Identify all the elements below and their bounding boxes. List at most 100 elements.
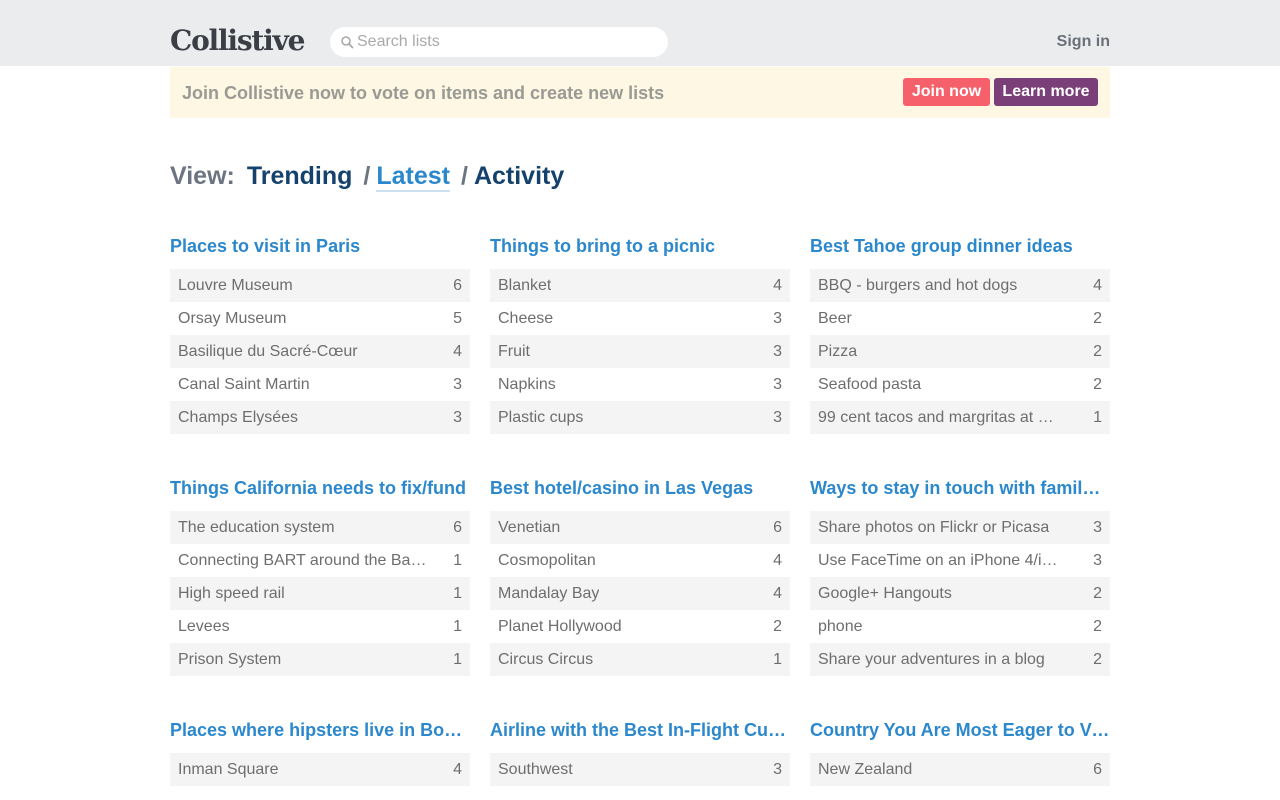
list-item[interactable]: Louvre Museum 6	[170, 269, 470, 302]
item-name: Louvre Museum	[178, 276, 293, 294]
list-item[interactable]: Inman Square 4	[170, 753, 470, 786]
item-name: Plastic cups	[498, 408, 584, 426]
list-title[interactable]: Airline with the Best In-Flight Cust…	[490, 718, 790, 742]
list-item[interactable]: Planet Hollywood 2	[490, 610, 790, 643]
vote-count: 5	[453, 309, 462, 327]
join-now-button[interactable]: Join now	[903, 78, 990, 106]
vote-count: 2	[1093, 375, 1102, 393]
list-title[interactable]: Country You Are Most Eager to Vi…	[810, 718, 1110, 742]
item-name: Share your adventures in a blog	[818, 650, 1045, 668]
list-item[interactable]: Circus Circus 1	[490, 643, 790, 676]
item-name: Napkins	[498, 375, 556, 393]
search-box[interactable]	[330, 27, 668, 57]
list-item[interactable]: Southwest 3	[490, 753, 790, 786]
top-bar: Collistive Sign in	[0, 0, 1280, 66]
list-item[interactable]: Prison System 1	[170, 643, 470, 676]
vote-count: 1	[1093, 408, 1102, 426]
vote-count: 6	[1093, 760, 1102, 778]
list-items: Southwest 3	[490, 753, 790, 786]
list-item[interactable]: Blanket 4	[490, 269, 790, 302]
list-item[interactable]: Orsay Museum 5	[170, 302, 470, 335]
learn-more-button[interactable]: Learn more	[994, 78, 1098, 106]
list-item[interactable]: Plastic cups 3	[490, 401, 790, 434]
item-name: Southwest	[498, 760, 573, 778]
vote-count: 3	[773, 760, 782, 778]
list-items: New Zealand 6	[810, 753, 1110, 786]
vote-count: 1	[453, 551, 462, 569]
item-name: Cheese	[498, 309, 554, 327]
list-item[interactable]: 99 cent tacos and margritas at … 1	[810, 401, 1110, 434]
vote-count: 4	[453, 342, 462, 360]
item-name: Prison System	[178, 650, 282, 668]
list-item[interactable]: Connecting BART around the Ba… 1	[170, 544, 470, 577]
item-name: BBQ - burgers and hot dogs	[818, 276, 1018, 294]
list-item[interactable]: phone 2	[810, 610, 1110, 643]
join-banner: Join Collistive now to vote on items and…	[170, 67, 1110, 118]
view-label: View:	[170, 162, 235, 190]
item-name: The education system	[178, 518, 335, 536]
vote-count: 1	[773, 650, 782, 668]
list-item[interactable]: High speed rail 1	[170, 577, 470, 610]
vote-count: 2	[1093, 342, 1102, 360]
list-card: Airline with the Best In-Flight Cust… So…	[490, 718, 790, 786]
list-item[interactable]: Cheese 3	[490, 302, 790, 335]
list-card: Places to visit in Paris Louvre Museum 6 …	[170, 234, 470, 434]
view-activity-tab[interactable]: Activity	[474, 162, 564, 191]
list-title[interactable]: Things California needs to fix/fund	[170, 476, 470, 500]
vote-count: 3	[773, 309, 782, 327]
list-title[interactable]: Ways to stay in touch with family f…	[810, 476, 1110, 500]
item-name: Orsay Museum	[178, 309, 287, 327]
list-item[interactable]: Share your adventures in a blog 2	[810, 643, 1110, 676]
vote-count: 1	[453, 617, 462, 635]
vote-count: 2	[773, 617, 782, 635]
vote-count: 6	[773, 518, 782, 536]
vote-count: 4	[1093, 276, 1102, 294]
view-trending-tab[interactable]: Trending	[247, 162, 353, 191]
view-latest-tab[interactable]: Latest	[376, 162, 450, 192]
list-item[interactable]: Fruit 3	[490, 335, 790, 368]
vote-count: 6	[453, 518, 462, 536]
list-item[interactable]: The education system 6	[170, 511, 470, 544]
list-item[interactable]: Beer 2	[810, 302, 1110, 335]
vote-count: 3	[453, 408, 462, 426]
list-items: The education system 6 Connecting BART ar…	[170, 511, 470, 676]
list-item[interactable]: Pizza 2	[810, 335, 1110, 368]
list-item[interactable]: Seafood pasta 2	[810, 368, 1110, 401]
list-item[interactable]: Cosmopolitan 4	[490, 544, 790, 577]
list-item[interactable]: BBQ - burgers and hot dogs 4	[810, 269, 1110, 302]
list-item[interactable]: Share photos on Flickr or Picasa 3	[810, 511, 1110, 544]
list-title[interactable]: Places to visit in Paris	[170, 234, 470, 258]
item-name: Cosmopolitan	[498, 551, 596, 569]
vote-count: 4	[773, 551, 782, 569]
vote-count: 3	[1093, 518, 1102, 536]
list-item[interactable]: Levees 1	[170, 610, 470, 643]
item-name: Basilique du Sacré-Cœur	[178, 342, 358, 360]
vote-count: 3	[773, 342, 782, 360]
item-name: Champs Elysées	[178, 408, 299, 426]
list-item[interactable]: Canal Saint Martin 3	[170, 368, 470, 401]
list-title[interactable]: Places where hipsters live in Bost…	[170, 718, 470, 742]
list-item[interactable]: Napkins 3	[490, 368, 790, 401]
list-items: Venetian 6 Cosmopolitan 4 Mandalay Bay 4 Pl…	[490, 511, 790, 676]
vote-count: 3	[773, 408, 782, 426]
view-separator: /	[461, 162, 468, 190]
list-items: BBQ - burgers and hot dogs 4 Beer 2 Pizza 2…	[810, 269, 1110, 434]
item-name: phone	[818, 617, 863, 635]
list-item[interactable]: Use FaceTime on an iPhone 4/iP… 3	[810, 544, 1110, 577]
list-items: Inman Square 4	[170, 753, 470, 786]
list-item[interactable]: Venetian 6	[490, 511, 790, 544]
list-title[interactable]: Things to bring to a picnic	[490, 234, 790, 258]
sign-in-link[interactable]: Sign in	[1057, 33, 1110, 51]
list-card: Country You Are Most Eager to Vi… New Ze…	[810, 718, 1110, 786]
list-item[interactable]: Basilique du Sacré-Cœur 4	[170, 335, 470, 368]
list-title[interactable]: Best hotel/casino in Las Vegas	[490, 476, 790, 500]
item-name: New Zealand	[818, 760, 913, 778]
list-item[interactable]: Champs Elysées 3	[170, 401, 470, 434]
list-item[interactable]: Mandalay Bay 4	[490, 577, 790, 610]
item-name: Mandalay Bay	[498, 584, 600, 602]
search-input[interactable]	[357, 33, 647, 51]
list-item[interactable]: New Zealand 6	[810, 753, 1110, 786]
list-item[interactable]: Google+ Hangouts 2	[810, 577, 1110, 610]
list-title[interactable]: Best Tahoe group dinner ideas	[810, 234, 1110, 258]
logo[interactable]: Collistive	[170, 24, 305, 58]
